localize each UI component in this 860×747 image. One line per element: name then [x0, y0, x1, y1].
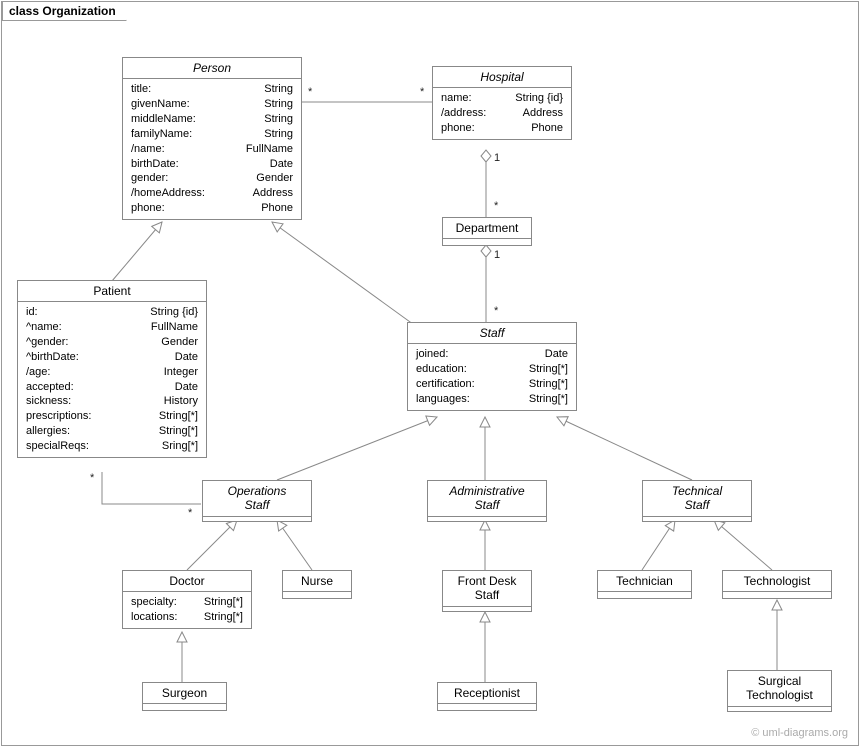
class-technical-staff: TechnicalStaff: [642, 480, 752, 522]
class-staff-name: Staff: [408, 323, 576, 343]
mult-hosp-dept-bot: *: [494, 200, 498, 212]
class-front-desk-staff-name: Front DeskStaff: [443, 571, 531, 606]
class-surgeon-name: Surgeon: [143, 683, 226, 703]
mult-person-hospital-right: *: [420, 86, 424, 98]
mult-dept-staff-top: 1: [494, 249, 500, 261]
class-technologist-name: Technologist: [723, 571, 831, 591]
frame-title-tab: class Organization: [2, 1, 127, 21]
class-administrative-staff: AdministrativeStaff: [427, 480, 547, 522]
class-technical-staff-name: TechnicalStaff: [643, 481, 751, 516]
class-doctor-attrs: specialty:String[*] locations:String[*]: [123, 592, 251, 628]
class-doctor-name: Doctor: [123, 571, 251, 591]
mult-person-hospital-left: *: [308, 86, 312, 98]
frame-title: class Organization: [9, 4, 116, 18]
class-administrative-staff-name: AdministrativeStaff: [428, 481, 546, 516]
mult-patient-ops-right: *: [188, 507, 192, 519]
class-technician: Technician: [597, 570, 692, 599]
class-department-name: Department: [443, 218, 531, 238]
class-front-desk-staff: Front DeskStaff: [442, 570, 532, 612]
class-department: Department: [442, 217, 532, 246]
class-person: Person title:String givenName:String mid…: [122, 57, 302, 220]
class-hospital-name: Hospital: [433, 67, 571, 87]
mult-hosp-dept-top: 1: [494, 152, 500, 164]
class-patient-name: Patient: [18, 281, 206, 301]
class-person-name: Person: [123, 58, 301, 78]
class-nurse-name: Nurse: [283, 571, 351, 591]
class-hospital-attrs: name:String {id} /address:Address phone:…: [433, 88, 571, 139]
uml-frame: class Organization: [1, 1, 859, 746]
class-operations-staff-name: OperationsStaff: [203, 481, 311, 516]
watermark: © uml-diagrams.org: [751, 727, 848, 739]
mult-dept-staff-bot: *: [494, 305, 498, 317]
mult-patient-ops-left: *: [90, 472, 94, 484]
class-surgical-technologist-name: SurgicalTechnologist: [728, 671, 831, 706]
class-operations-staff: OperationsStaff: [202, 480, 312, 522]
class-surgical-technologist: SurgicalTechnologist: [727, 670, 832, 712]
class-hospital: Hospital name:String {id} /address:Addre…: [432, 66, 572, 140]
class-person-attrs: title:String givenName:String middleName…: [123, 79, 301, 219]
class-patient: Patient id:String {id} ^name:FullName ^g…: [17, 280, 207, 458]
class-nurse: Nurse: [282, 570, 352, 599]
class-receptionist-name: Receptionist: [438, 683, 536, 703]
class-staff-attrs: joined:Date education:String[*] certific…: [408, 344, 576, 409]
class-technician-name: Technician: [598, 571, 691, 591]
class-staff: Staff joined:Date education:String[*] ce…: [407, 322, 577, 411]
class-technologist: Technologist: [722, 570, 832, 599]
class-receptionist: Receptionist: [437, 682, 537, 711]
class-doctor: Doctor specialty:String[*] locations:Str…: [122, 570, 252, 629]
class-patient-attrs: id:String {id} ^name:FullName ^gender:Ge…: [18, 302, 206, 456]
class-surgeon: Surgeon: [142, 682, 227, 711]
